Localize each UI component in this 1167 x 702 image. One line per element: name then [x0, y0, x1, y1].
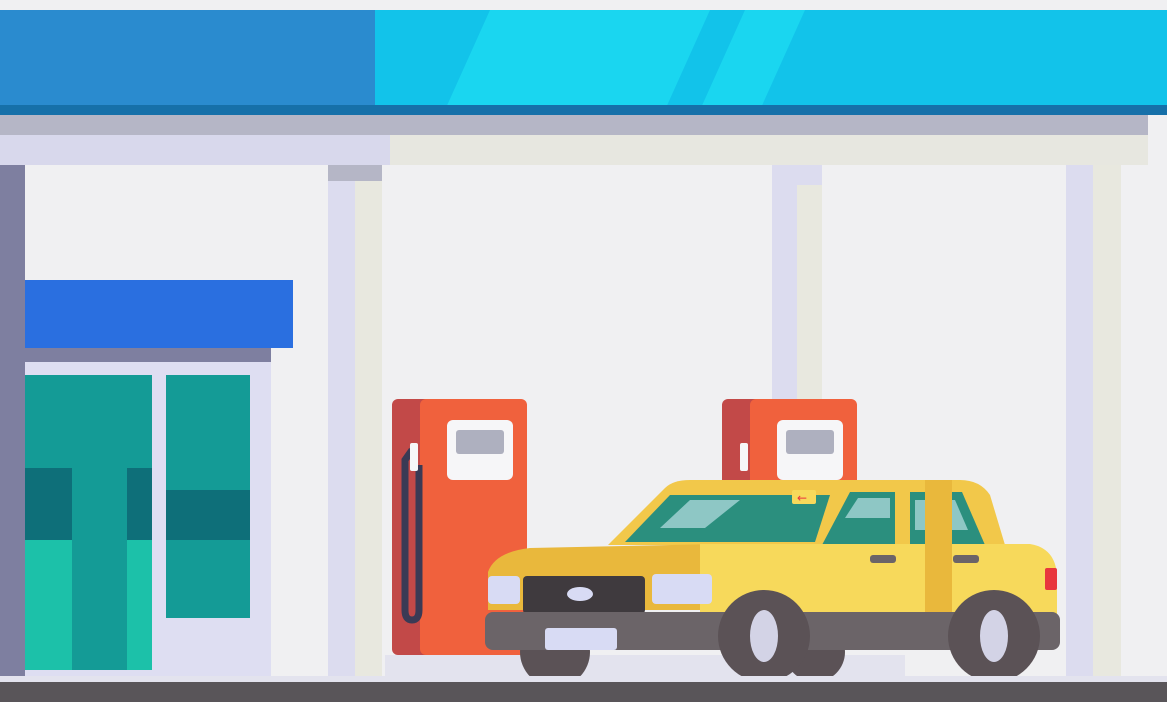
- car-headlight-right: [652, 574, 712, 604]
- pillar-1-shade: [355, 165, 382, 685]
- pillar-3: [1066, 165, 1093, 685]
- pillar-3-shade: [1093, 165, 1121, 685]
- store-window-left-stripe: [72, 468, 127, 670]
- canopy-top-left: [0, 10, 375, 110]
- car-door-handle-2: [953, 555, 979, 563]
- car-door-shade: [925, 480, 952, 620]
- car-badge: [567, 587, 593, 601]
- pump-right-nozzle: [740, 443, 748, 471]
- ground-edge: [0, 676, 1167, 682]
- pillar-left-edge: [0, 165, 25, 685]
- car-rear-rim: [980, 610, 1008, 662]
- canopy-trim: [0, 105, 1167, 115]
- car-taillight: [1045, 568, 1057, 590]
- canopy-highlight-1: [445, 10, 710, 110]
- canopy-beam-right: [390, 135, 1148, 165]
- store-awning: [25, 280, 293, 348]
- pump-left-screen: [456, 430, 504, 454]
- store-window-right-lower: [166, 540, 250, 618]
- gas-station-scene: ←: [0, 0, 1167, 702]
- canopy: [0, 10, 1167, 165]
- pillar-1: [328, 165, 355, 685]
- pillar-1-cap: [328, 165, 382, 181]
- pump-right-screen: [786, 430, 834, 454]
- car-headlight-left: [488, 576, 520, 604]
- car-front-rim: [750, 610, 778, 662]
- car-license-plate: [545, 628, 617, 650]
- convenience-store: [25, 280, 293, 680]
- car-door-handle-1: [870, 555, 896, 563]
- ground: [0, 682, 1167, 702]
- pillar-2-cap: [772, 165, 822, 185]
- canopy-beam-left: [0, 135, 390, 165]
- store-awning-trim: [25, 348, 271, 362]
- pump-left-nozzle: [410, 443, 418, 471]
- canopy-beam-shadow: [0, 115, 1148, 135]
- car-taxi-sticker-arrow: ←: [797, 491, 807, 505]
- store-window-right-dark: [166, 490, 250, 540]
